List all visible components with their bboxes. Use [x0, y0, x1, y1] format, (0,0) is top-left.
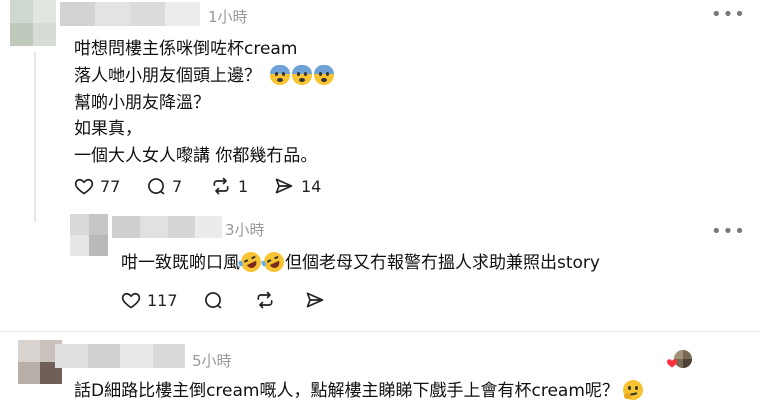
- post-text: 話D細路比樓主倒cream嘅人，點解樓主睇睇下戲手上會有杯cream呢？: [74, 376, 644, 401]
- username-redacted[interactable]: [60, 2, 200, 26]
- reply-button[interactable]: 7: [146, 176, 182, 196]
- username-redacted[interactable]: [55, 344, 185, 368]
- like-count: 117: [147, 290, 178, 310]
- post-text-line: 一個大人女人嚟講 你都幾冇品。: [74, 146, 318, 166]
- reply-time: 3小時: [225, 221, 265, 239]
- repost-count: 1: [238, 176, 249, 196]
- send-icon: [275, 178, 293, 194]
- username-redacted[interactable]: [112, 216, 222, 238]
- reply-count: 7: [172, 176, 183, 196]
- post-text-line: 幫啲小朋友降溫？: [74, 93, 210, 113]
- like-button[interactable]: 77: [74, 176, 120, 196]
- more-options-icon[interactable]: •••: [711, 223, 746, 241]
- divider: [0, 331, 759, 332]
- author-liked-indicator: [666, 350, 692, 370]
- repost-button[interactable]: [254, 290, 276, 310]
- post-text-line: 落人哋小朋友個頭上邊？: [74, 61, 335, 86]
- like-count: 77: [100, 176, 121, 196]
- heart-icon: [121, 292, 141, 309]
- send-icon: [306, 292, 324, 308]
- reply-button[interactable]: [203, 290, 223, 310]
- repost-icon: [257, 291, 273, 309]
- post-text-line: 咁想問樓主係咪倒咗杯cream: [74, 39, 298, 59]
- fearful-face-emoji: [270, 65, 291, 85]
- repost-button[interactable]: 1: [210, 176, 248, 196]
- reply-text: 咁一致既啲口風 但個老母又冇報警冇搵人求助兼照出story: [121, 248, 600, 276]
- more-options-icon[interactable]: •••: [711, 6, 746, 24]
- share-button[interactable]: 14: [273, 176, 321, 196]
- avatar[interactable]: [70, 214, 108, 256]
- fearful-face-emoji: [314, 65, 335, 85]
- heart-icon: [74, 178, 94, 195]
- comment-icon: [205, 292, 222, 309]
- avatar[interactable]: [10, 0, 56, 46]
- thread-line: [34, 52, 36, 222]
- share-count: 14: [301, 176, 322, 196]
- comment-icon: [148, 178, 165, 195]
- rolling-laughing-emoji: [260, 248, 288, 276]
- fearful-face-emoji: [292, 65, 313, 85]
- post-text-line: 如果真，: [74, 119, 142, 139]
- like-button[interactable]: 117: [121, 290, 178, 310]
- post-time: 5小時: [192, 352, 232, 370]
- repost-icon: [213, 177, 229, 195]
- post-time: 1小時: [208, 8, 248, 26]
- heart-icon: [667, 359, 677, 368]
- share-button[interactable]: [304, 290, 326, 310]
- thinking-face-emoji: [622, 380, 643, 400]
